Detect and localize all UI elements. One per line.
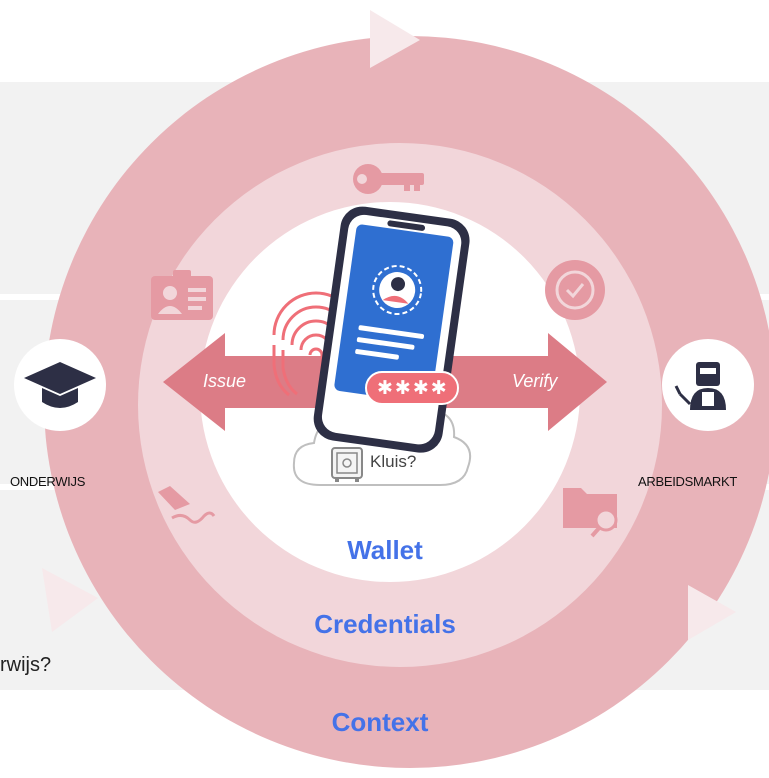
wallet-label: Wallet bbox=[347, 535, 423, 565]
issue-label: Issue bbox=[203, 371, 247, 391]
background-question-text: rwijs? bbox=[0, 654, 52, 676]
context-label: Context bbox=[331, 707, 429, 737]
id-card-icon bbox=[151, 270, 213, 320]
credentials-label: Credentials bbox=[314, 609, 456, 639]
pin-mask: ✱✱✱✱ bbox=[377, 378, 449, 399]
arbeidsmarkt-label: ARBEIDSMARKT bbox=[638, 474, 737, 489]
badge-check-icon bbox=[545, 260, 605, 320]
safe-icon bbox=[331, 447, 363, 482]
verify-label: Verify bbox=[512, 371, 558, 391]
kluis-label: Kluis? bbox=[370, 452, 417, 471]
onderwijs-label: ONDERWIJS bbox=[10, 474, 86, 489]
